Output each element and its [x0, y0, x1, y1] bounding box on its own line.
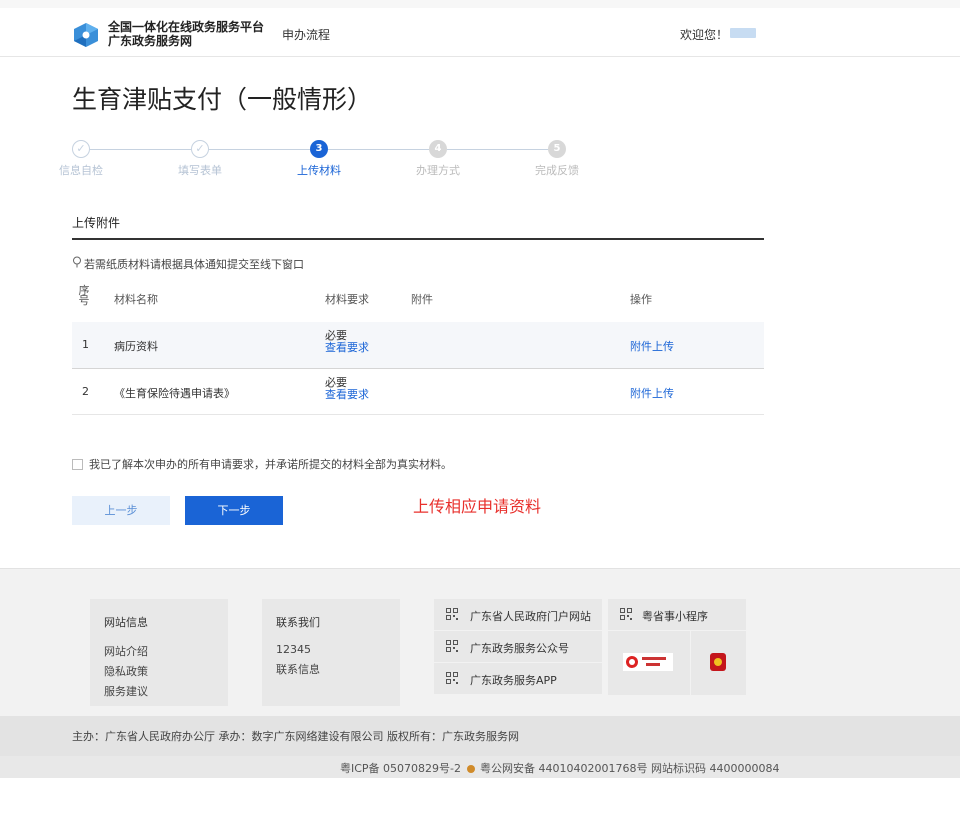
col-header-action: 操作	[630, 293, 652, 306]
section-title: 上传附件	[72, 216, 121, 230]
material-name: 病历资料	[114, 340, 158, 353]
logo-subtitle[interactable]: 广东政务服务网	[108, 32, 192, 49]
view-requirement-link[interactable]: 查看要求	[325, 389, 369, 401]
step-2-check-icon: ✓	[191, 140, 209, 158]
page-title: 生育津贴支付（一般情形）	[72, 85, 373, 114]
col-header-name: 材料名称	[114, 293, 158, 306]
qr-code-icon	[446, 672, 458, 684]
footer-qr-wechat[interactable]: 广东政务服务公众号	[434, 631, 602, 662]
col-header-index-b: 号	[78, 294, 90, 307]
footer-link-privacy[interactable]: 隐私政策	[104, 663, 148, 679]
site-header: 全国一体化在线政务服务平台 广东政务服务网 申办流程 欢迎您！	[0, 8, 960, 57]
icp-record-link[interactable]: 粤ICP备 05070829号-2	[340, 762, 461, 775]
requirement-cell: 必要 查看要求	[325, 330, 369, 354]
qr-code-icon	[620, 608, 632, 620]
footer-link-about[interactable]: 网站介绍	[104, 643, 148, 659]
footer-contact-title: 联系我们	[276, 616, 320, 629]
police-badge-icon	[466, 765, 475, 773]
row-index: 2	[82, 385, 89, 398]
col-header-requirement: 材料要求	[325, 293, 369, 306]
row-index: 1	[82, 338, 89, 351]
step-5-number: 5	[548, 140, 566, 158]
bulb-icon	[73, 256, 81, 268]
agreement-checkbox[interactable]	[72, 459, 83, 470]
footer-icp-bar: 粤ICP备 05070829号-2 粤公网安备 44010402001768号 …	[0, 756, 960, 778]
previous-step-button[interactable]: 上一步	[72, 496, 170, 525]
footer-qr-gov-portal[interactable]: 广东省人民政府门户网站	[434, 599, 602, 630]
step-5-label: 完成反馈	[535, 164, 579, 177]
table-row: 2 《生育保险待遇申请表》 必要 查看要求 附件上传	[72, 368, 764, 414]
footer-site-info-title: 网站信息	[104, 616, 148, 629]
upload-attachment-link[interactable]: 附件上传	[630, 385, 674, 401]
step-connector	[209, 149, 310, 150]
material-name: 《生育保险待遇申请表》	[114, 387, 235, 400]
annotation-note: 上传相应申请资料	[413, 497, 542, 516]
step-1-check-icon: ✓	[72, 140, 90, 158]
agreement: 我已了解本次申办的所有申请要求，并承诺所提交的材料全部为真实材料。	[72, 456, 452, 472]
qr-label: 广东政务服务公众号	[470, 642, 569, 655]
bookmarks-bar	[0, 0, 960, 8]
step-connector	[328, 149, 429, 150]
emblem-icon	[710, 653, 726, 671]
police-record-link[interactable]: 粤公网安备 44010402001768号	[480, 762, 647, 775]
step-3-number: 3	[310, 140, 328, 158]
gov-website-error-badge[interactable]	[608, 631, 690, 695]
qr-label: 广东省人民政府门户网站	[470, 610, 591, 623]
section-divider	[72, 238, 764, 240]
progress-steps: ✓ 信息自检 ✓ 填写表单 3 上传材料 4 办理方式 5 完成反馈	[59, 140, 632, 180]
footer-qr-app[interactable]: 广东政务服务APP	[434, 663, 602, 694]
agreement-text: 我已了解本次申办的所有申请要求，并承诺所提交的材料全部为真实材料。	[89, 458, 452, 471]
requirement-cell: 必要 查看要求	[325, 377, 369, 401]
table-bottom-border	[72, 414, 764, 415]
paper-material-tip: 若需纸质材料请根据具体通知提交至线下窗口	[72, 256, 304, 272]
upload-attachment-link[interactable]: 附件上传	[630, 338, 674, 354]
next-step-button[interactable]: 下一步	[185, 496, 283, 525]
qr-code-icon	[446, 640, 458, 652]
step-2-label: 填写表单	[178, 164, 222, 177]
footer-contact-info-link[interactable]: 联系信息	[276, 661, 320, 677]
footer-site-info: 网站信息 网站介绍 隐私政策 服务建议	[90, 599, 228, 706]
step-connector	[90, 149, 191, 150]
nav-apply-process[interactable]: 申办流程	[282, 26, 330, 43]
footer-mini-program[interactable]: 粤省事小程序	[608, 599, 746, 630]
footer-link-feedback[interactable]: 服务建议	[104, 683, 148, 699]
footer-icp-text: 粤ICP备 05070829号-2 粤公网安备 44010402001768号 …	[340, 760, 779, 776]
mini-program-label: 粤省事小程序	[642, 610, 708, 623]
welcome-text: 欢迎您！	[680, 28, 729, 42]
logo-icon[interactable]	[72, 22, 100, 48]
col-header-attachment: 附件	[411, 293, 433, 306]
col-header-index: 序 号	[78, 285, 90, 307]
qr-label: 广东政务服务APP	[470, 674, 557, 687]
site-id-text: 网站标识码 4400000084	[651, 762, 780, 775]
site-footer: 网站信息 网站介绍 隐私政策 服务建议 联系我们 12345 联系信息 广东省人…	[0, 568, 960, 716]
table-row: 1 病历资料 必要 查看要求 附件上传	[72, 322, 764, 368]
step-connector	[447, 149, 548, 150]
user-name-masked[interactable]	[730, 28, 756, 38]
footer-contact: 联系我们 12345 联系信息	[262, 599, 400, 706]
step-1-label: 信息自检	[59, 164, 103, 177]
view-requirement-link[interactable]: 查看要求	[325, 342, 369, 354]
party-gov-badge[interactable]	[691, 631, 746, 695]
step-3-label: 上传材料	[297, 164, 341, 177]
footer-contact-phone: 12345	[276, 643, 311, 656]
tip-text: 若需纸质材料请根据具体通知提交至线下窗口	[84, 258, 304, 271]
footer-sponsor-text: 主办：广东省人民政府办公厅 承办：数字广东网络建设有限公司 版权所有：广东政务服…	[72, 730, 519, 743]
step-4-label: 办理方式	[416, 164, 460, 177]
step-4-number: 4	[429, 140, 447, 158]
qr-code-icon	[446, 608, 458, 620]
gov-badge-icon	[623, 653, 673, 671]
